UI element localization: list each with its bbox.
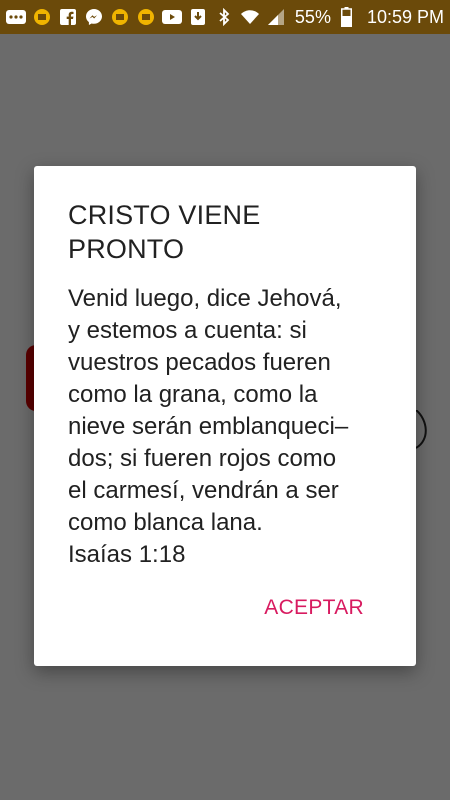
battery-percent: 55% bbox=[294, 6, 331, 27]
dialog-message: Venid luego, dice Jehová, y estemos a cu… bbox=[68, 285, 349, 568]
accept-button[interactable]: ACEPTAR bbox=[264, 596, 364, 620]
app-icon bbox=[110, 7, 130, 27]
app-icon bbox=[136, 7, 156, 27]
facebook-icon bbox=[58, 7, 78, 27]
youtube-icon bbox=[162, 7, 182, 27]
clock: 10:59 PM bbox=[366, 6, 444, 27]
wifi-icon bbox=[240, 7, 260, 27]
notification-icons bbox=[6, 7, 286, 27]
bluetooth-icon bbox=[214, 7, 234, 27]
messenger-icon bbox=[84, 7, 104, 27]
app-icon bbox=[32, 7, 52, 27]
battery-icon bbox=[337, 7, 357, 27]
alert-dialog: CRISTO VIENE PRONTO Venid luego, dice Je… bbox=[34, 166, 416, 666]
dialog-actions: ACEPTAR bbox=[264, 596, 364, 620]
signal-icon bbox=[266, 7, 286, 27]
dialog-title: CRISTO VIENE PRONTO bbox=[68, 200, 261, 264]
status-right: 55% 10:59 PM bbox=[295, 7, 444, 28]
more-icon bbox=[6, 7, 26, 27]
background-app-element bbox=[415, 410, 427, 449]
download-icon bbox=[188, 7, 208, 27]
status-bar: 55% 10:59 PM bbox=[0, 0, 450, 34]
